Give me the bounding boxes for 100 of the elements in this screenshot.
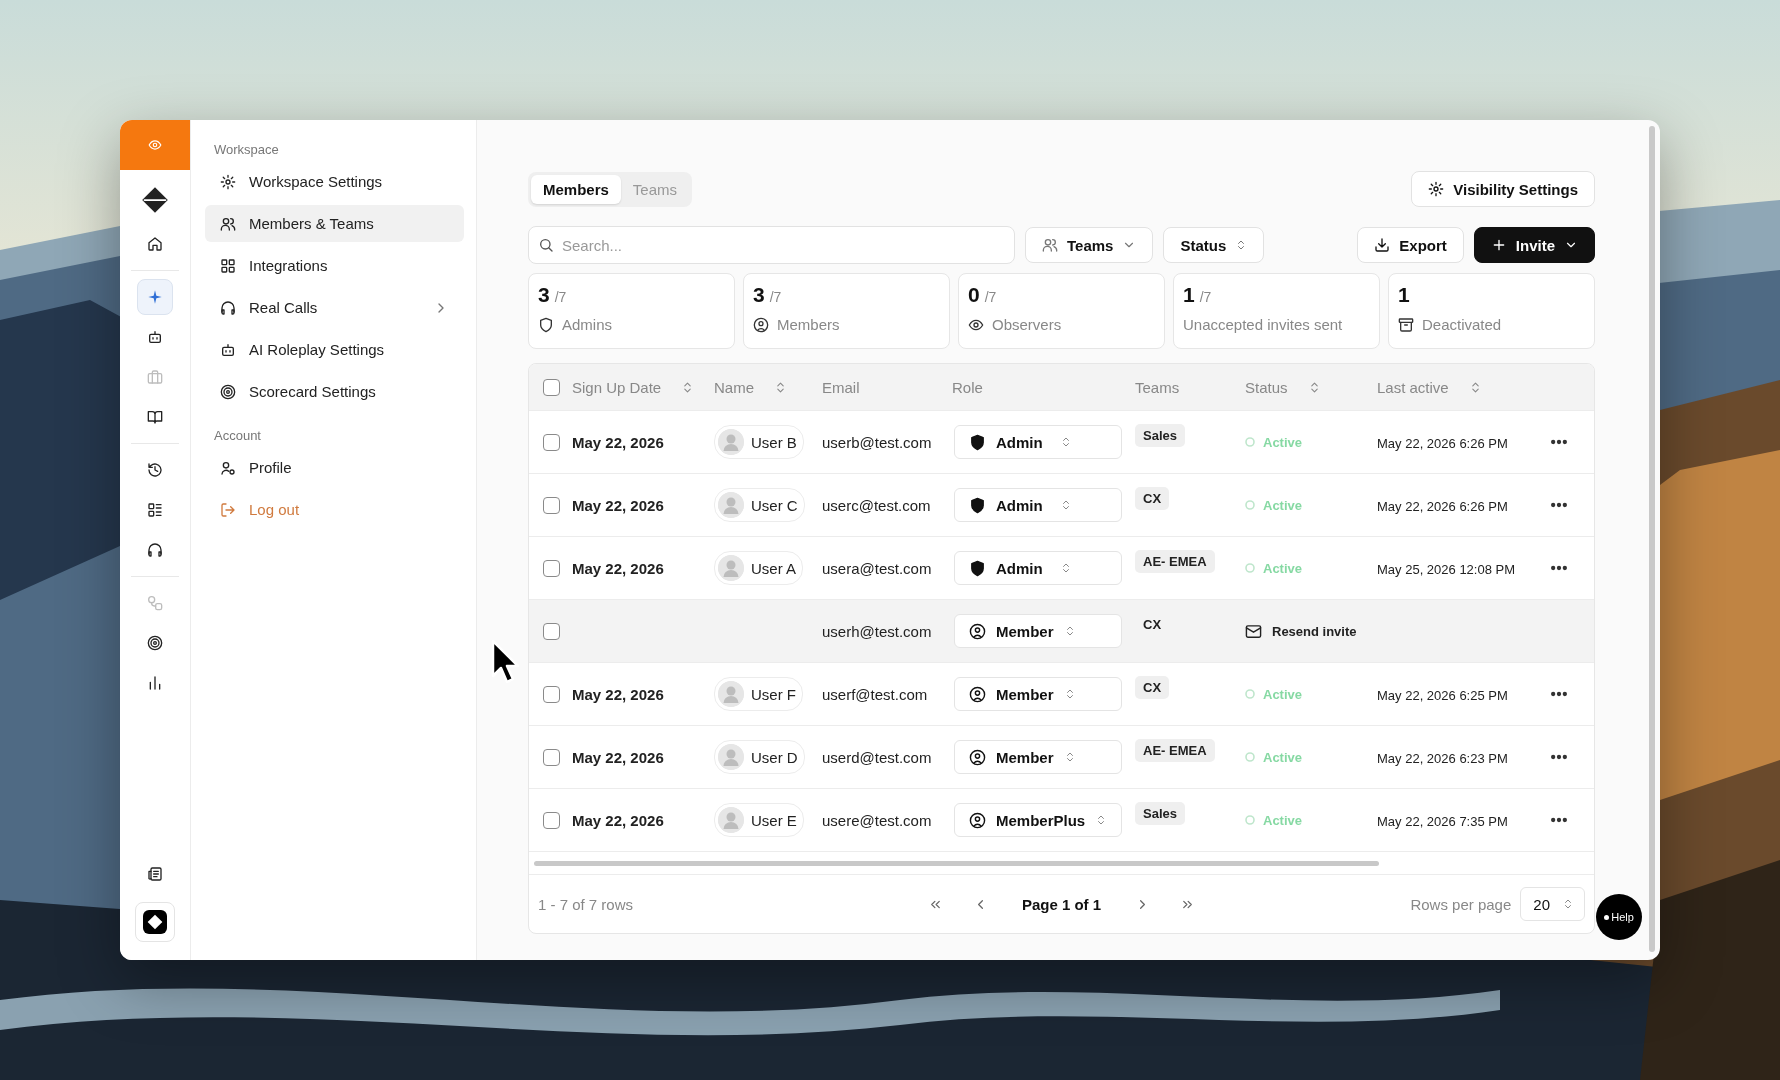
sidebar-item[interactable]: Scorecard Settings <box>205 373 464 410</box>
select-all-checkbox[interactable] <box>543 378 560 396</box>
workflow-icon <box>147 595 163 611</box>
sidebar-item[interactable]: Real Calls <box>205 289 464 326</box>
stat-label: Admins <box>562 316 613 333</box>
row-checkbox[interactable] <box>543 433 560 451</box>
row-checkbox[interactable] <box>543 748 560 766</box>
help-button[interactable]: Help <box>1596 894 1642 940</box>
settings-icon <box>220 173 236 190</box>
user-name: User D <box>751 748 798 766</box>
user-name: User B <box>751 433 797 451</box>
page-indicator: Page 1 of 1 <box>1020 895 1103 913</box>
filter-dropdown[interactable]: Teams <box>1025 227 1154 263</box>
user-circle-icon <box>969 748 986 766</box>
stat-count: 1 <box>1183 283 1195 307</box>
mail-icon <box>1245 622 1262 640</box>
tab[interactable]: Members <box>531 174 621 204</box>
team-label: Sales <box>1135 802 1185 825</box>
resend-invite-button[interactable]: Resend invite <box>1245 622 1357 640</box>
rows-per-page-select[interactable]: 20 <box>1520 887 1585 921</box>
shield-icon <box>969 433 986 451</box>
settings-icon <box>1428 181 1445 197</box>
export-button[interactable]: Export <box>1357 227 1464 263</box>
stat-total: /7 <box>1199 289 1212 305</box>
people-icon <box>1042 237 1058 253</box>
team-label: CX <box>1142 616 1163 634</box>
row-checkbox[interactable] <box>543 559 560 577</box>
invite-button[interactable]: Invite <box>1473 227 1595 263</box>
blocks-icon <box>220 257 236 274</box>
role-select[interactable]: Member <box>954 677 1122 711</box>
row-checkbox[interactable] <box>543 496 560 514</box>
stat-count: 3 <box>753 283 765 307</box>
stat-total: /7 <box>769 289 782 305</box>
status-text: Active <box>1263 686 1303 702</box>
status-dot-icon <box>1245 689 1255 699</box>
sidebar-item[interactable]: AI Roleplay Settings <box>205 331 464 368</box>
role-select[interactable]: Admin <box>954 425 1122 459</box>
role-select[interactable]: MemberPlus <box>954 803 1122 837</box>
role-select[interactable]: Admin <box>954 488 1122 522</box>
last-active-time: May 22, 2026 6:23 PM <box>1377 750 1508 766</box>
user-name: User E <box>751 811 797 829</box>
row-checkbox[interactable] <box>543 811 560 829</box>
row-range-text: 1 - 7 of 7 rows <box>538 895 635 913</box>
target-icon <box>147 635 163 651</box>
user-circle-icon <box>969 622 986 640</box>
team-label: CX <box>1135 487 1170 510</box>
sidebar-item[interactable]: Members & Teams <box>205 205 464 242</box>
status-dot-icon <box>1245 500 1255 510</box>
role-select[interactable]: Admin <box>954 551 1122 585</box>
sign-up-date: May 22, 2026 <box>572 496 664 514</box>
stat-total: /7 <box>554 289 567 305</box>
shield-icon <box>969 559 986 577</box>
stat-count: 3 <box>538 283 550 307</box>
email-text: usere@test.com <box>822 811 932 829</box>
status-text: Active <box>1263 749 1303 765</box>
filter-dropdown[interactable]: Status <box>1163 227 1265 263</box>
visibility-settings-button[interactable]: Visibility Settings <box>1411 171 1595 207</box>
headset-icon <box>147 542 163 558</box>
last-active-time: May 25, 2026 12:08 PM <box>1377 561 1516 577</box>
role-select[interactable]: Member <box>954 614 1122 648</box>
team-label: Sales <box>1135 424 1185 447</box>
team-label: AE- EMEA <box>1135 550 1215 573</box>
search-field[interactable]: Search... <box>528 226 1015 264</box>
status-text: Active <box>1263 434 1303 450</box>
row-checkbox[interactable] <box>543 685 560 703</box>
role-select[interactable]: Member <box>954 740 1122 774</box>
bar-chart-icon <box>147 675 163 691</box>
user-name: User C <box>751 496 798 514</box>
user-circle-icon <box>969 685 986 703</box>
newspaper-icon <box>147 866 163 882</box>
sidebar-item[interactable]: Profile <box>205 449 464 486</box>
logo-button[interactable] <box>135 902 175 942</box>
robot-icon <box>147 329 163 345</box>
row-checkbox[interactable] <box>543 622 560 640</box>
horizontal-scrollbar[interactable] <box>534 860 1379 866</box>
logout-icon <box>220 501 236 518</box>
section-heading: Account <box>213 428 262 443</box>
stat-label: Unaccepted invites sent <box>1183 316 1343 333</box>
status-dot-icon <box>1245 437 1255 447</box>
email-text: userd@test.com <box>822 748 932 766</box>
archive-icon <box>1398 316 1414 333</box>
sign-up-date: May 22, 2026 <box>572 685 664 703</box>
sparkle-icon <box>147 289 163 305</box>
sort-icon <box>774 380 787 394</box>
sidebar-item[interactable]: Workspace Settings <box>205 163 464 200</box>
eye-icon <box>148 138 162 152</box>
column-header: Email <box>822 378 860 396</box>
vertical-scrollbar[interactable] <box>1649 126 1655 952</box>
sign-up-date: May 22, 2026 <box>572 748 664 766</box>
user-circle-icon <box>969 811 986 829</box>
last-active-time: May 22, 2026 7:35 PM <box>1377 813 1508 829</box>
download-icon <box>1374 237 1391 253</box>
email-text: userb@test.com <box>822 433 932 451</box>
status-text: Active <box>1263 560 1303 576</box>
dot-icon <box>1604 914 1610 920</box>
status-dot-icon <box>1245 752 1255 762</box>
email-text: userc@test.com <box>822 496 931 514</box>
sort-icon <box>1562 898 1574 910</box>
sidebar-item[interactable]: Integrations <box>205 247 464 284</box>
sign-up-date: May 22, 2026 <box>572 811 664 829</box>
